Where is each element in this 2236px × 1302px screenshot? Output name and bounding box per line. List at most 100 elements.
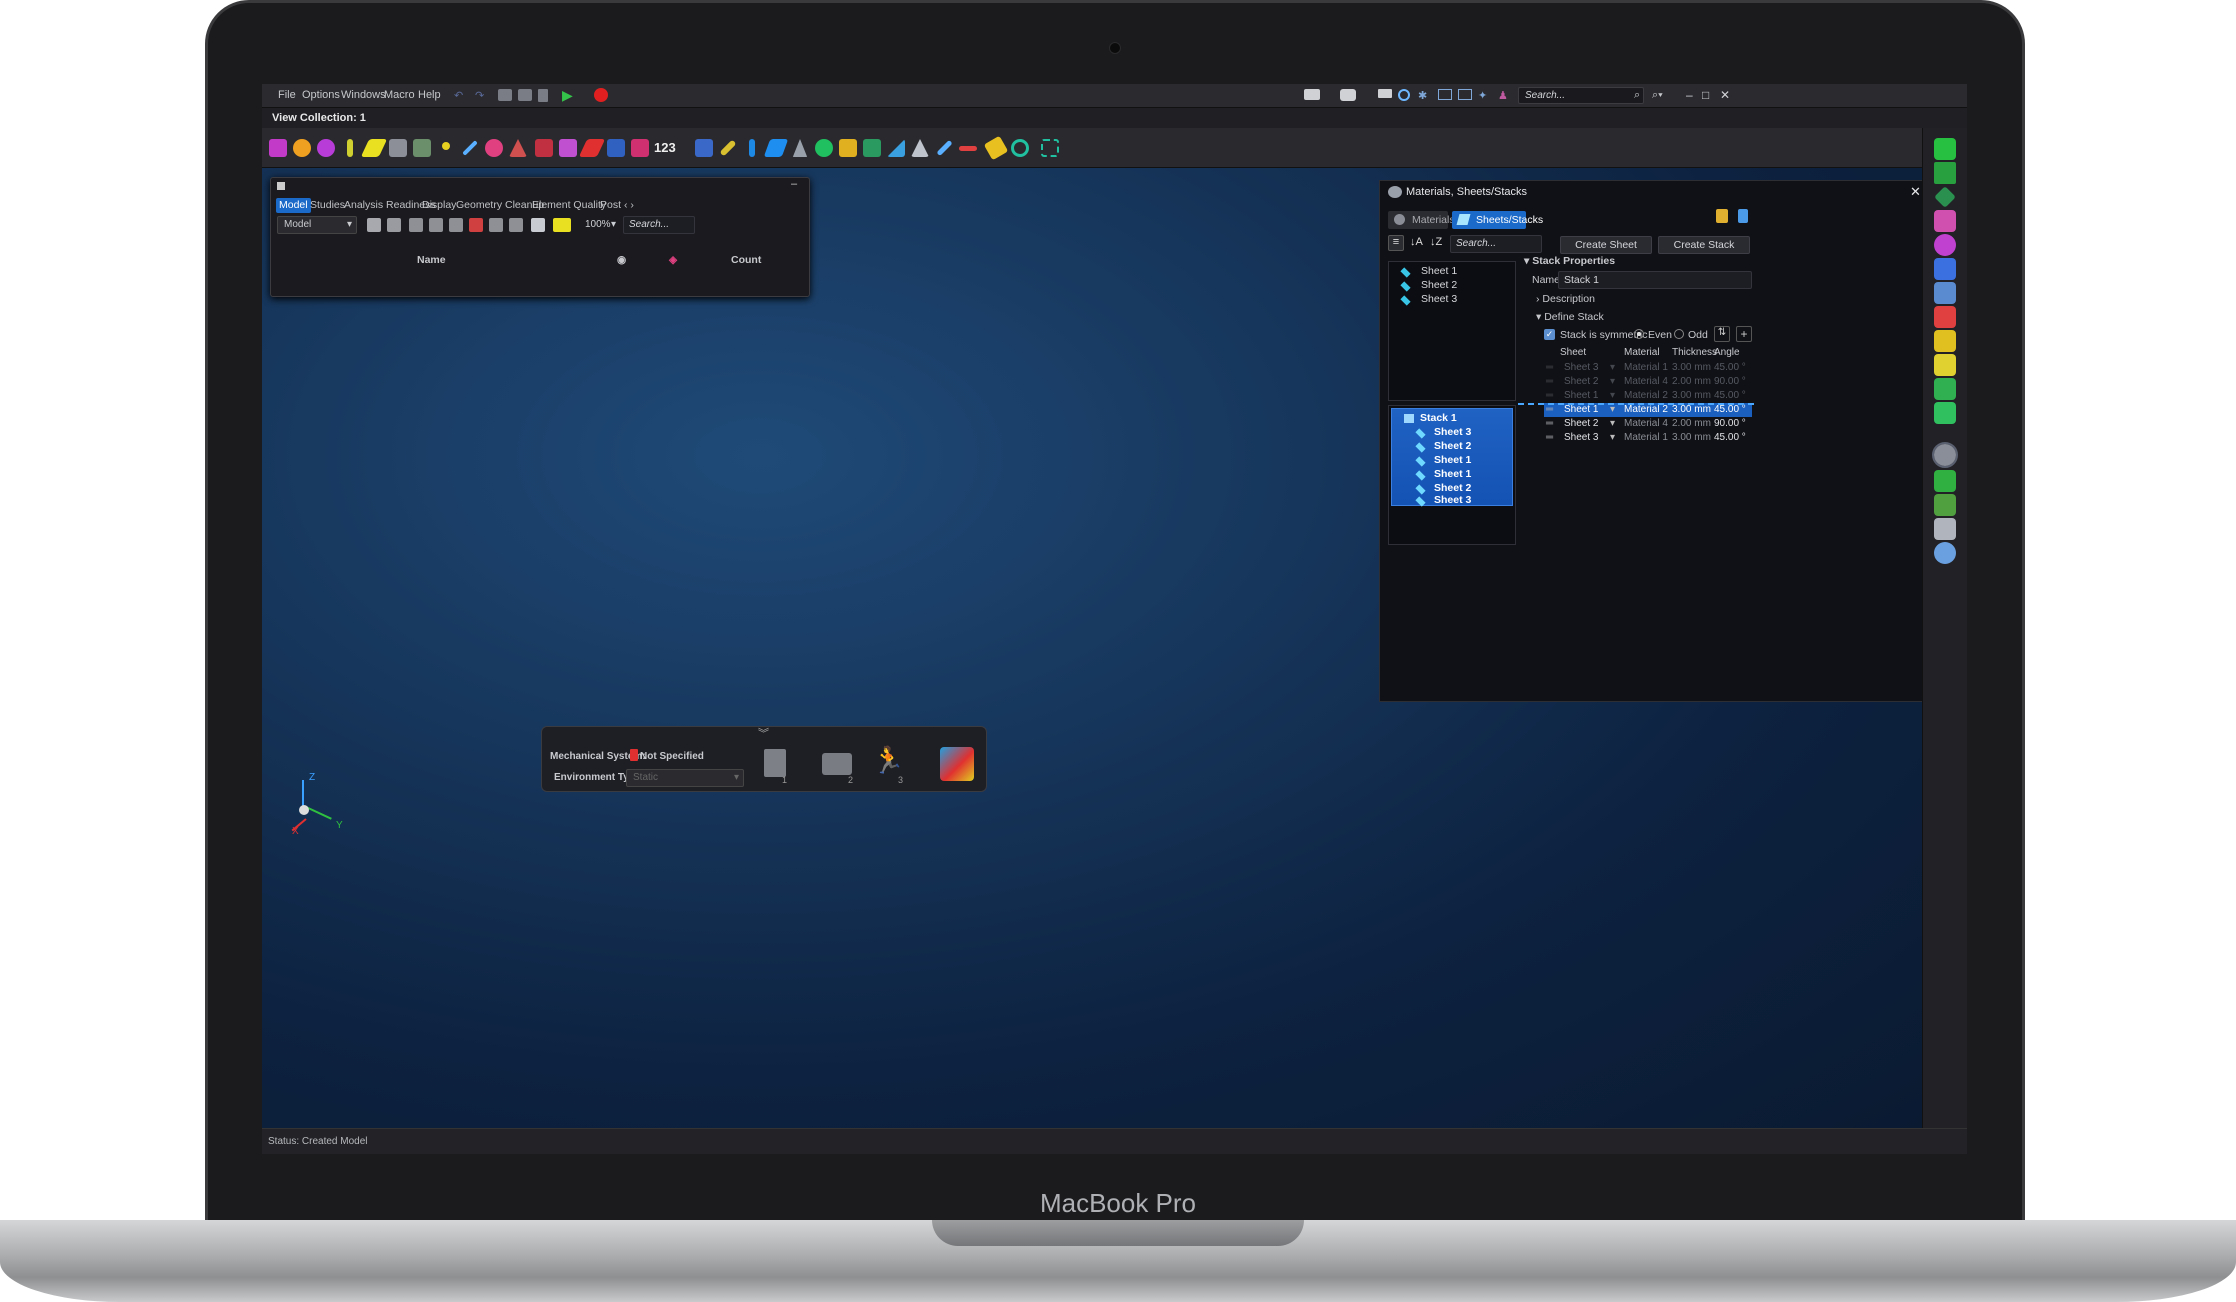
cell-angle[interactable]: 90.00 ° xyxy=(1714,376,1746,387)
global-search-input[interactable]: Search... xyxy=(1518,87,1644,104)
list-view-icon[interactable]: ≡ xyxy=(1388,235,1404,251)
add-part-icon[interactable] xyxy=(367,218,381,232)
book-icon[interactable] xyxy=(822,753,852,775)
mesh-icon[interactable] xyxy=(386,136,410,160)
menu-help[interactable]: Help xyxy=(418,89,441,101)
list-item[interactable]: Sheet 3 xyxy=(1415,426,1471,440)
cell-angle[interactable]: 45.00 ° xyxy=(1714,362,1746,373)
edge-icon[interactable] xyxy=(338,136,362,160)
column-count[interactable]: Count xyxy=(731,254,761,266)
axis-icon[interactable] xyxy=(1934,378,1956,400)
import-icon[interactable] xyxy=(1716,209,1728,223)
visibility-icon[interactable]: ◉ xyxy=(617,254,626,266)
save-icon[interactable] xyxy=(518,89,532,101)
node-icon[interactable] xyxy=(434,136,458,160)
globe-icon[interactable] xyxy=(1934,542,1956,564)
geometry-icon[interactable] xyxy=(266,136,290,160)
tet-mesh-icon[interactable] xyxy=(506,136,530,160)
solid-icon[interactable] xyxy=(314,136,338,160)
chevron-down-icon[interactable]: ▾ xyxy=(1610,404,1615,415)
cell-thickness[interactable]: 2.00 mm xyxy=(1672,418,1711,429)
tree-collapse-icon[interactable] xyxy=(449,218,463,232)
color-column-icon[interactable]: ◈ xyxy=(669,254,677,266)
tree-expand-icon[interactable] xyxy=(429,218,443,232)
info-icon[interactable] xyxy=(1398,89,1410,101)
chevron-down-icon[interactable]: ▾ xyxy=(1610,376,1615,387)
create-sheet-button[interactable]: Create Sheet xyxy=(1560,236,1652,254)
sort-ascending-icon[interactable]: ↓A xyxy=(1410,236,1423,248)
export-icon[interactable] xyxy=(1738,209,1748,223)
tab-sheets-stacks[interactable]: Sheets/Stacks xyxy=(1452,211,1543,229)
cell-sheet[interactable]: Sheet 1 xyxy=(1564,404,1598,415)
chevron-down-icon[interactable]: ▾ xyxy=(1610,362,1615,373)
filter-icon[interactable] xyxy=(469,218,483,232)
part-icon[interactable] xyxy=(553,218,571,232)
measure-icon[interactable] xyxy=(884,136,908,160)
cell-thickness[interactable]: 3.00 mm xyxy=(1672,432,1711,443)
load-icon[interactable] xyxy=(532,136,556,160)
table-row[interactable]: ═ Sheet 2 Material 4 2.00 mm 90.00 ° ▾ xyxy=(1544,417,1752,431)
cell-sheet[interactable]: Sheet 2 xyxy=(1564,376,1598,387)
list-item[interactable]: Sheet 1 xyxy=(1415,454,1471,468)
odd-radio[interactable] xyxy=(1674,329,1684,339)
environment-type-select[interactable]: Static ▾ xyxy=(626,769,744,787)
tower-icon[interactable] xyxy=(788,136,812,160)
minimize-icon[interactable]: – xyxy=(1686,88,1693,102)
zoom-chevron-icon[interactable]: ▾ xyxy=(611,219,616,230)
maximize-icon[interactable]: □ xyxy=(1702,88,1709,102)
zoom-check-icon[interactable] xyxy=(812,136,836,160)
cell-material[interactable]: Material 2 xyxy=(1624,404,1668,415)
checklist-icon[interactable] xyxy=(764,749,786,777)
pencil-icon[interactable] xyxy=(1934,330,1956,352)
stack-properties-heading[interactable]: ▾ Stack Properties xyxy=(1524,255,1615,267)
layout-icon[interactable] xyxy=(1458,89,1472,100)
chevron-down-icon[interactable]: ▾ xyxy=(1610,390,1615,401)
panel-minimize-icon[interactable]: – xyxy=(791,178,797,190)
node-tree-icon[interactable] xyxy=(1934,258,1956,280)
stack-tree-selected[interactable]: Stack 1 Sheet 3 Sheet 2 Sheet 1 Sheet 1 … xyxy=(1391,408,1513,507)
group-icon[interactable] xyxy=(1934,234,1956,256)
cell-sheet[interactable]: Sheet 3 xyxy=(1564,432,1598,443)
tab-materials[interactable]: Materials xyxy=(1388,211,1455,229)
sphere-icon[interactable] xyxy=(290,136,314,160)
camera-icon[interactable] xyxy=(1340,89,1356,101)
tab-post[interactable]: Post xyxy=(597,198,624,213)
run-icon[interactable]: 🏃 xyxy=(872,745,904,776)
column-name[interactable]: Name xyxy=(417,254,446,266)
mesh-edit-icon[interactable] xyxy=(692,136,716,160)
define-stack-section[interactable]: ▾ Define Stack xyxy=(1536,311,1604,323)
cell-angle[interactable]: 90.00 ° xyxy=(1714,418,1746,429)
signal-icon[interactable] xyxy=(1934,354,1956,376)
cell-sheet[interactable]: Sheet 3 xyxy=(1564,362,1598,373)
rotate-icon[interactable] xyxy=(1008,136,1032,160)
cell-angle[interactable]: 45.00 ° xyxy=(1714,390,1746,401)
fit-view-icon[interactable] xyxy=(1038,136,1062,160)
cell-sheet[interactable]: Sheet 2 xyxy=(1564,418,1598,429)
cube-icon[interactable] xyxy=(1934,138,1956,160)
connector-icon[interactable] xyxy=(604,136,628,160)
window-icon[interactable] xyxy=(1378,89,1392,98)
menu-file[interactable]: File xyxy=(278,89,296,101)
numbering-button[interactable]: 123 xyxy=(654,136,688,160)
connector-tool-icon[interactable] xyxy=(1934,518,1956,540)
cell-thickness[interactable]: 3.00 mm xyxy=(1672,362,1711,373)
tab-model[interactable]: Model xyxy=(276,198,311,213)
list-item[interactable]: Sheet 3 xyxy=(1397,293,1457,309)
list-detail-icon[interactable] xyxy=(1934,282,1956,304)
mesh-2d-icon[interactable] xyxy=(410,136,434,160)
description-section[interactable]: › Description xyxy=(1536,293,1595,305)
constraint-icon[interactable] xyxy=(556,136,580,160)
table-row[interactable]: ═ Sheet 3 Material 1 3.00 mm 45.00 ° ▾ xyxy=(1544,431,1752,445)
table-row[interactable]: ═ Sheet 3 Material 1 3.00 mm 45.00 ° ▾ xyxy=(1544,361,1752,375)
laminate-icon[interactable] xyxy=(1934,494,1956,516)
layers-stack-icon[interactable] xyxy=(1934,470,1956,492)
close-window-icon[interactable]: ✕ xyxy=(1720,88,1730,102)
plane-icon[interactable] xyxy=(578,136,606,160)
print-icon[interactable] xyxy=(538,89,548,102)
eraser-icon[interactable] xyxy=(983,135,1009,161)
undo-icon[interactable]: ↶ xyxy=(454,89,463,102)
frame-icon[interactable] xyxy=(1438,89,1452,100)
drag-handle-icon[interactable]: ═ xyxy=(1546,362,1553,373)
search-options-icon[interactable]: ⌕▾ xyxy=(1652,89,1663,102)
record-icon[interactable] xyxy=(594,88,608,102)
